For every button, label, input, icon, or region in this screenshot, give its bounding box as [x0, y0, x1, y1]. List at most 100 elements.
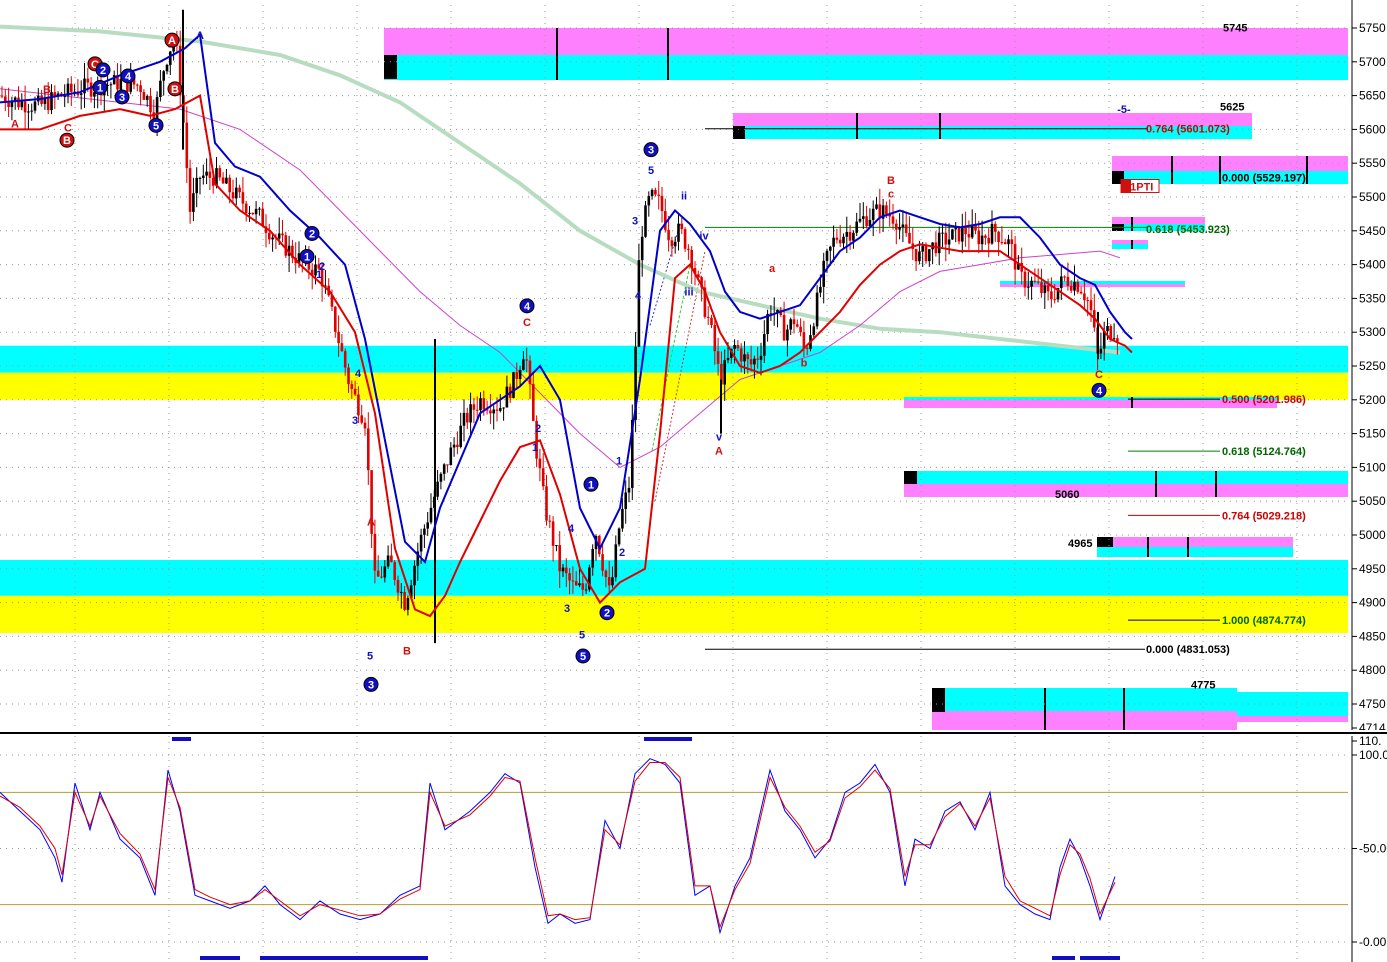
candle-body — [670, 240, 674, 247]
candle-body — [350, 384, 354, 389]
wave-circle-text: B — [171, 84, 179, 96]
candle — [264, 214, 268, 248]
candle — [703, 280, 707, 319]
wave-circle-text: A — [168, 35, 176, 47]
wave-label: 1 — [616, 456, 622, 468]
wave-circle-3[interactable]: 3 — [363, 676, 379, 692]
candle-body — [472, 404, 476, 410]
wave-circle-4[interactable]: 4 — [120, 68, 136, 84]
candle-body — [469, 404, 472, 423]
candle-body — [512, 372, 515, 398]
candle — [261, 202, 264, 228]
candle-body — [891, 216, 895, 224]
candle-body — [136, 84, 139, 86]
candle-body — [1069, 285, 1073, 291]
candle — [1079, 286, 1083, 295]
candle-body — [1073, 281, 1076, 291]
candle — [650, 188, 654, 200]
candle-body — [885, 205, 888, 215]
candle-body — [1013, 244, 1017, 270]
candle — [1093, 293, 1096, 332]
box-4775 — [932, 688, 1237, 730]
oscillator-axis-label: -0.00 — [1359, 935, 1387, 949]
wave-label: 4 — [355, 368, 362, 380]
wave-circle-5[interactable]: 5 — [148, 117, 164, 133]
candle — [334, 305, 337, 338]
candle-body — [119, 78, 123, 90]
candle — [895, 219, 898, 245]
candle-body — [159, 80, 162, 98]
wave-circle-3[interactable]: 3 — [643, 142, 659, 158]
signal-bar-bottom — [200, 956, 240, 960]
candle — [809, 324, 812, 352]
wave-circle-text: 1 — [97, 82, 103, 94]
candle-body — [502, 407, 505, 409]
wave-circle-B[interactable]: B — [59, 132, 75, 148]
candle-body — [848, 231, 852, 241]
candle-body — [736, 345, 740, 349]
candle-body — [687, 248, 690, 250]
candle — [241, 177, 245, 214]
fib-level-label: 0.764 (5601.073) — [1146, 124, 1230, 136]
candle-body — [786, 329, 789, 341]
candle — [994, 221, 997, 242]
axis-tick-label: 5100 — [1359, 460, 1386, 474]
candle — [1000, 226, 1004, 245]
candle-body — [842, 236, 845, 244]
wave-circle-A[interactable]: A — [164, 32, 180, 48]
candle-body — [548, 520, 552, 522]
candle-body — [277, 233, 281, 239]
candle-body — [895, 223, 898, 230]
zone-support-cyan-lower — [0, 560, 1348, 596]
candle-body — [1000, 242, 1004, 244]
candle — [271, 233, 274, 252]
candle-body — [419, 534, 423, 552]
candle — [20, 93, 24, 111]
wave-circle-4[interactable]: 4 — [1091, 382, 1107, 398]
candle — [855, 212, 858, 236]
price-level-label: 4775 — [1191, 679, 1215, 691]
candle — [796, 319, 799, 328]
wave-circle-2[interactable]: 2 — [95, 62, 111, 78]
wave-label: v — [716, 431, 723, 443]
candle-body — [456, 444, 459, 448]
candle — [961, 213, 964, 254]
oscillator-line-red — [0, 762, 1116, 929]
annotation-box: 61PTI — [1120, 179, 1160, 194]
candle-body — [386, 555, 390, 567]
candle — [462, 399, 466, 442]
axis-tick-label: 4800 — [1359, 663, 1386, 677]
candle — [142, 89, 146, 100]
wave-circle-4[interactable]: 4 — [519, 298, 535, 314]
candle-body — [1063, 276, 1066, 278]
wave-circle-1[interactable]: 1 — [583, 476, 599, 492]
wave-circle-2[interactable]: 2 — [599, 605, 615, 621]
candle-body — [231, 192, 235, 199]
wave-circle-1[interactable]: 1 — [92, 79, 108, 95]
wave-circle-1[interactable]: 1 — [299, 248, 315, 264]
axis-tick-label: 5700 — [1359, 55, 1386, 69]
candle — [984, 234, 987, 245]
candle — [617, 527, 621, 547]
price-level-label: 5625 — [1220, 101, 1244, 113]
price-level-label: 5745 — [1223, 22, 1247, 34]
price-chart[interactable]: 5750 5700 5650 5600 5550 5500 5450 5400 5350 5300… — [0, 0, 1387, 962]
candle — [997, 230, 1000, 256]
candle-body — [677, 223, 680, 242]
axis-tick-label: 5150 — [1359, 427, 1386, 441]
wave-circle-B[interactable]: B — [167, 81, 183, 97]
candle-body — [640, 236, 644, 261]
wave-circle-2[interactable]: 2 — [304, 226, 320, 242]
candle — [192, 177, 195, 222]
wave-circle-3[interactable]: 3 — [114, 89, 130, 105]
candle-body — [86, 78, 90, 83]
candle-body — [248, 212, 251, 214]
candle-body — [482, 398, 486, 410]
wave-circle-text: 1 — [588, 479, 594, 491]
axis-tick-label: 5600 — [1359, 122, 1386, 136]
candle — [1030, 276, 1033, 300]
candle — [789, 317, 792, 335]
candle-body — [819, 286, 822, 293]
wave-circle-5[interactable]: 5 — [575, 648, 591, 664]
candle — [822, 252, 825, 304]
